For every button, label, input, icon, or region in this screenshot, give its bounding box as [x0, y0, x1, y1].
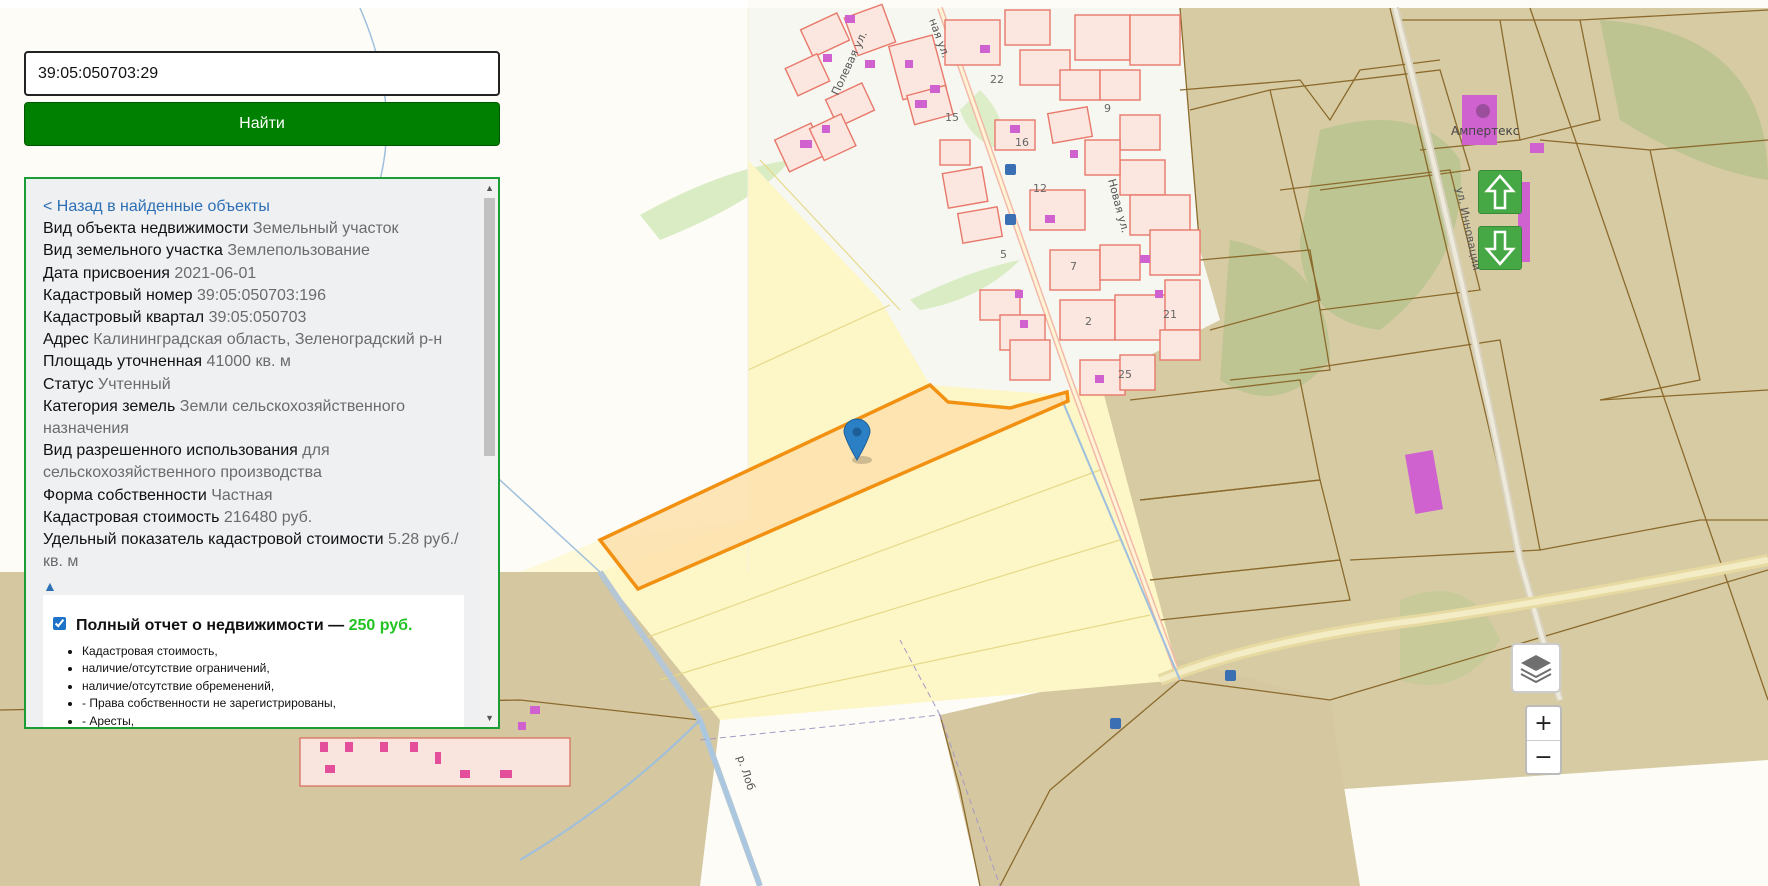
field-value: 216480 руб. [223, 508, 313, 526]
panel-scrollbar[interactable]: ▲ ▼ [481, 179, 498, 727]
field-cadastral-quarter: Кадастровый квартал 39:05:050703 [43, 307, 466, 329]
field-value: 2021-06-01 [174, 264, 257, 282]
field-label: Статус [43, 375, 94, 393]
field-assign-date: Дата присвоения 2021-06-01 [43, 263, 466, 285]
full-report-offer: Полный отчет о недвижимости — 250 руб. К… [43, 595, 464, 727]
field-label: Кадастровая стоимость [43, 508, 220, 526]
field-label: Кадастровый квартал [43, 309, 205, 327]
field-address: Адрес Калининградская область, Зеленогра… [43, 329, 466, 351]
field-area: Площадь уточненная 41000 кв. м [43, 351, 466, 373]
house-number: 12 [1033, 182, 1047, 195]
field-value: Земельный участок [252, 220, 399, 238]
scroll-up-icon[interactable]: ▲ [485, 183, 494, 193]
field-value: Землепользование [227, 242, 370, 260]
arrow-down-icon [1484, 230, 1516, 266]
report-title: Полный отчет о недвижимости — 250 руб. [76, 617, 413, 635]
field-label: Вид объекта недвижимости [43, 220, 249, 238]
list-item: Кадастровая стоимость, [82, 643, 336, 660]
report-price: 250 руб. [348, 617, 413, 634]
arrow-up-icon [1484, 174, 1516, 210]
field-land-category: Категория земель Земли сельскохозяйствен… [43, 396, 466, 440]
field-label: Вид разрешенного использования [43, 442, 298, 460]
house-number: 21 [1163, 308, 1177, 321]
report-checkbox[interactable] [53, 617, 66, 630]
ampertex-building-icon [1476, 104, 1490, 118]
layers-button[interactable] [1511, 643, 1561, 693]
field-status: Статус Учтенный [43, 374, 466, 396]
arrow-up-button[interactable] [1478, 170, 1522, 214]
house-number: 9 [1104, 102, 1111, 115]
layers-icon [1520, 655, 1552, 684]
scrollbar-thumb[interactable] [484, 198, 495, 456]
field-object-type: Вид объекта недвижимости Земельный участ… [43, 218, 466, 240]
industrial-area [299, 737, 571, 787]
field-label: Адрес [43, 331, 89, 349]
house-number: 7 [1070, 260, 1077, 273]
arrow-down-button[interactable] [1478, 226, 1522, 270]
field-specific-value: Удельный показатель кадастровой стоимост… [43, 529, 466, 573]
field-land-type: Вид земельного участка Землепользование [43, 240, 466, 262]
report-features-list: Кадастровая стоимость, наличие/отсутстви… [60, 643, 336, 727]
field-label: Кадастровый номер [43, 286, 193, 304]
field-value: 41000 кв. м [206, 353, 291, 371]
zoom-in-button[interactable]: + [1527, 707, 1560, 741]
field-value: Частная [211, 486, 273, 504]
house-number: 5 [1000, 248, 1007, 261]
list-item: наличие/отсутствие обременений, [82, 678, 336, 695]
panel-content: < Назад в найденные объекты Вид объекта … [43, 196, 466, 598]
report-title-text: Полный отчет о недвижимости — [76, 617, 345, 634]
list-item: наличие/отсутствие ограничений, [82, 660, 336, 677]
back-to-results-link[interactable]: < Назад в найденные объекты [43, 196, 466, 218]
field-label: Вид земельного участка [43, 242, 223, 260]
field-label: Категория земель [43, 397, 176, 415]
field-value: Калининградская область, Зеленоградский … [93, 331, 443, 349]
field-label: Удельный показатель кадастровой стоимост… [43, 531, 384, 549]
field-label: Дата присвоения [43, 264, 170, 282]
field-value: 39:05:050703:196 [196, 286, 326, 304]
field-value: 39:05:050703 [208, 309, 307, 327]
object-info-panel: < Назад в найденные объекты Вид объекта … [24, 177, 500, 729]
zoom-out-button[interactable]: − [1527, 741, 1560, 774]
list-item: - Аресты, [82, 713, 336, 727]
house-number: 15 [945, 111, 959, 124]
field-label: Форма собственности [43, 486, 207, 504]
search-button[interactable]: Найти [24, 102, 500, 146]
field-cadastral-number: Кадастровый номер 39:05:050703:196 [43, 285, 466, 307]
field-value: Учтенный [98, 375, 171, 393]
field-ownership: Форма собственности Частная [43, 485, 466, 507]
field-label: Площадь уточненная [43, 353, 203, 371]
house-number: 2 [1085, 315, 1092, 328]
house-number: 25 [1118, 368, 1132, 381]
zoom-control: + − [1525, 705, 1562, 775]
house-number: 22 [990, 73, 1004, 86]
scroll-down-icon[interactable]: ▼ [485, 713, 494, 723]
field-cadastral-value: Кадастровая стоимость 216480 руб. [43, 507, 466, 529]
list-item: - Права собственности не зарегистрирован… [82, 695, 336, 712]
poi-label-ampertex: Ампертекс [1451, 124, 1519, 138]
field-permitted-use: Вид разрешенного использования для сельс… [43, 440, 466, 484]
house-number: 16 [1015, 136, 1029, 149]
search-input[interactable] [24, 51, 500, 96]
